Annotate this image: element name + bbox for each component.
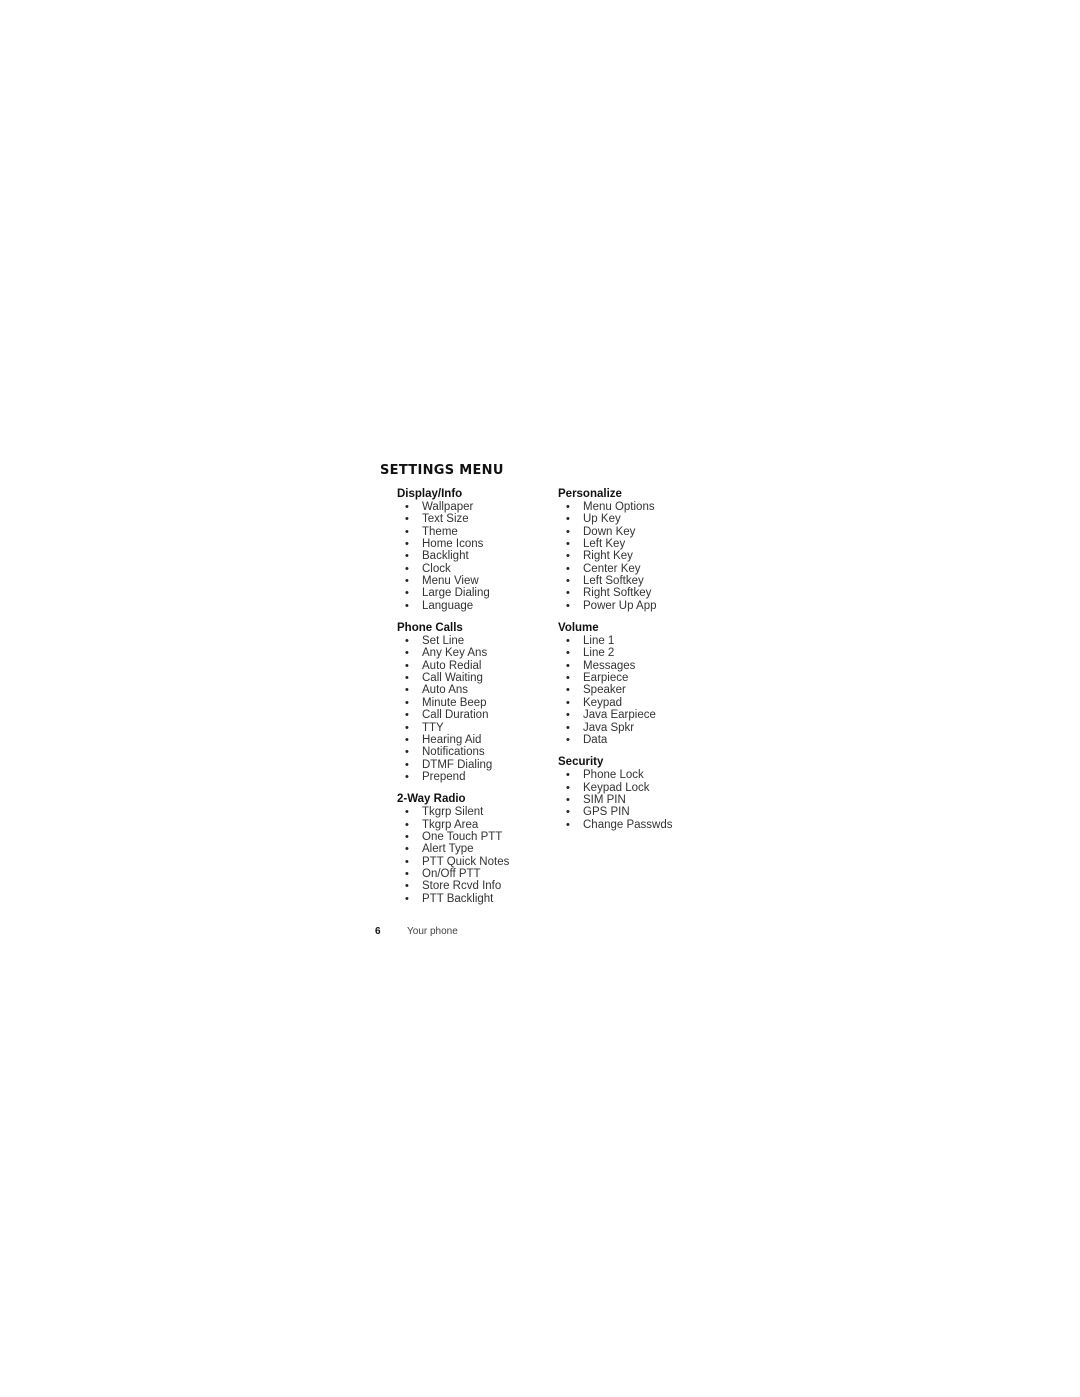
menu-item-list: WallpaperText SizeThemeHome IconsBacklig… [397,501,509,612]
menu-item: Up Key [558,513,673,526]
menu-section-personalize: PersonalizeMenu OptionsUp KeyDown KeyLef… [558,487,673,612]
menu-item: Tkgrp Silent [397,806,509,819]
menu-section-security: SecurityPhone LockKeypad LockSIM PINGPS … [558,755,673,831]
menu-item: Line 2 [558,647,673,660]
menu-item: SIM PIN [558,794,673,807]
menu-item: Line 1 [558,635,673,648]
menu-item: Theme [397,526,509,539]
menu-item-list: Menu OptionsUp KeyDown KeyLeft KeyRight … [558,501,673,612]
menu-item: Menu Options [558,501,673,514]
menu-item: Data [558,734,673,747]
menu-item: Earpiece [558,672,673,685]
menu-item: Clock [397,563,509,576]
section-heading: Display/Info [397,488,463,500]
menu-item: On/Off PTT [397,868,509,881]
menu-item: Hearing Aid [397,734,509,747]
right-column: PersonalizeMenu OptionsUp KeyDown KeyLef… [558,487,673,840]
menu-item: Wallpaper [397,501,509,514]
menu-item: Change Passwds [558,819,673,832]
left-column: Display/InfoWallpaperText SizeThemeHome … [397,487,509,914]
menu-section-volume: VolumeLine 1Line 2MessagesEarpieceSpeake… [558,621,673,746]
menu-item-list: Line 1Line 2MessagesEarpieceSpeakerKeypa… [558,635,673,746]
menu-item: Call Duration [397,709,509,722]
menu-item: Right Softkey [558,587,673,600]
page-footer: 6 Your phone [375,926,458,937]
menu-item-list: Phone LockKeypad LockSIM PINGPS PINChang… [558,769,673,831]
menu-item: Alert Type [397,843,509,856]
section-heading: Volume [558,622,599,635]
menu-item: Messages [558,660,673,673]
menu-item: GPS PIN [558,806,673,819]
menu-item: Keypad [558,697,673,710]
menu-section-display-info: Display/InfoWallpaperText SizeThemeHome … [397,487,509,612]
menu-item: DTMF Dialing [397,759,509,772]
menu-item: Large Dialing [397,587,509,600]
menu-item: Language [397,600,509,613]
menu-item: Auto Ans [397,684,509,697]
menu-item-list: Set LineAny Key AnsAuto RedialCall Waiti… [397,635,509,783]
menu-item: Down Key [558,526,673,539]
menu-item: Java Earpiece [558,709,673,722]
menu-item: Any Key Ans [397,647,509,660]
menu-item: Tkgrp Area [397,819,509,832]
menu-item: Speaker [558,684,673,697]
section-heading: Security [558,756,604,769]
menu-item: Text Size [397,513,509,526]
menu-item: Power Up App [558,600,673,613]
menu-item: Left Softkey [558,575,673,588]
menu-section-2-way-radio: 2-Way RadioTkgrp SilentTkgrp AreaOne Tou… [397,792,509,905]
menu-item: Minute Beep [397,697,509,710]
page-title: SETTINGS MENU [380,463,504,478]
section-name: Your phone [407,926,458,937]
menu-item: Menu View [397,575,509,588]
menu-item: Call Waiting [397,672,509,685]
section-heading: Phone Calls [397,622,463,635]
menu-item: PTT Quick Notes [397,856,509,869]
menu-item: Set Line [397,635,509,648]
menu-item: Backlight [397,550,509,563]
menu-item: Center Key [558,563,673,576]
menu-item: PTT Backlight [397,893,509,906]
menu-item: TTY [397,722,509,735]
menu-item: Right Key [558,550,673,563]
menu-item-list: Tkgrp SilentTkgrp AreaOne Touch PTTAlert… [397,806,509,905]
menu-item: Left Key [558,538,673,551]
section-heading: Personalize [558,488,622,500]
menu-item: Prepend [397,771,509,784]
menu-item: Phone Lock [558,769,673,782]
menu-section-phone-calls: Phone CallsSet LineAny Key AnsAuto Redia… [397,621,509,783]
page-number: 6 [375,926,381,937]
menu-item: Home Icons [397,538,509,551]
menu-item: Notifications [397,746,509,759]
menu-item: Keypad Lock [558,782,673,795]
menu-item: Auto Redial [397,660,509,673]
menu-item: Store Rcvd Info [397,880,509,893]
menu-item: One Touch PTT [397,831,509,844]
menu-item: Java Spkr [558,722,673,735]
section-heading: 2-Way Radio [397,793,466,806]
